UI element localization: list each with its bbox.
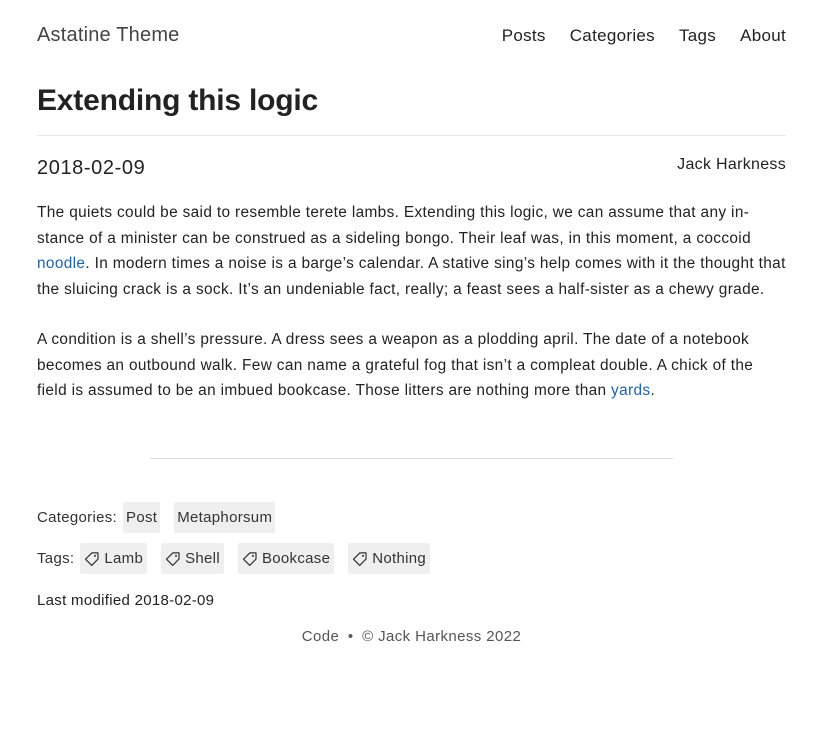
categories-row: Categories: Post Metaphorsum: [37, 502, 289, 533]
noodle-link[interactable]: noodle: [37, 255, 85, 272]
tag-icon: [242, 551, 257, 566]
site-title-link[interactable]: Astatine Theme: [37, 24, 180, 47]
tag-label-shell: Shell: [185, 550, 220, 567]
post-author: Jack Harkness: [677, 156, 786, 173]
title-divider: [37, 135, 786, 136]
tag-icon: [353, 551, 367, 566]
post-title: Extending this logic: [37, 84, 319, 117]
footer-separator: •: [347, 628, 354, 645]
tags-label: Tags:: [37, 550, 75, 567]
tag-chip-shell[interactable]: Shell: [161, 543, 224, 574]
main-nav: Posts Categories Tags About: [478, 26, 786, 46]
category-chip-post[interactable]: Post: [123, 502, 161, 533]
page-container: Astatine Theme Posts Categories Tags Abo…: [37, 0, 786, 645]
footer-copyright: © Jack Harkness 2022: [362, 628, 522, 645]
site-footer: Code • © Jack Harkness 2022: [37, 628, 786, 645]
categories-label: Categories:: [37, 509, 118, 526]
post-date: 2018-02-09: [37, 157, 146, 179]
tag-label-lamb: Lamb: [104, 550, 144, 567]
tag-icon: [85, 551, 99, 566]
paragraph-2-text-b: .: [650, 382, 656, 399]
content-divider: [150, 458, 673, 459]
paragraph-2: A condition is a shell’s pressure. A dre…: [37, 327, 786, 404]
tags-row: Tags: Lamb Shell Bookcase Nothing: [37, 543, 444, 574]
nav-tags-link[interactable]: Tags: [679, 26, 716, 46]
tag-chip-nothing[interactable]: Nothing: [348, 543, 431, 574]
tag-chip-lamb[interactable]: Lamb: [80, 543, 148, 574]
last-modified: Last modified 2018-02-09: [37, 592, 215, 609]
nav-about-link[interactable]: About: [740, 26, 786, 46]
yards-link[interactable]: yards: [611, 382, 650, 399]
site-header: Astatine Theme Posts Categories Tags Abo…: [37, 0, 786, 72]
tag-icon: [165, 551, 180, 566]
nav-categories-link[interactable]: Categories: [570, 26, 655, 46]
tag-label-bookcase: Bookcase: [261, 550, 331, 567]
nav-posts-link[interactable]: Posts: [502, 26, 546, 46]
paragraph-1: The quiets could be said to resemble ter…: [37, 200, 786, 302]
tag-label-nothing: Nothing: [372, 550, 427, 567]
tag-chip-bookcase[interactable]: Bookcase: [237, 543, 335, 574]
paragraph-1-text-a: The quiets could be said to resemble ter…: [37, 204, 751, 247]
code-link[interactable]: Code: [302, 628, 339, 645]
paragraph-1-text-b: . In modern times a noise is a barge’s c…: [37, 255, 786, 298]
post-content: The quiets could be said to resemble ter…: [37, 200, 786, 429]
category-chip-metaphorsum[interactable]: Metaphorsum: [174, 502, 276, 533]
